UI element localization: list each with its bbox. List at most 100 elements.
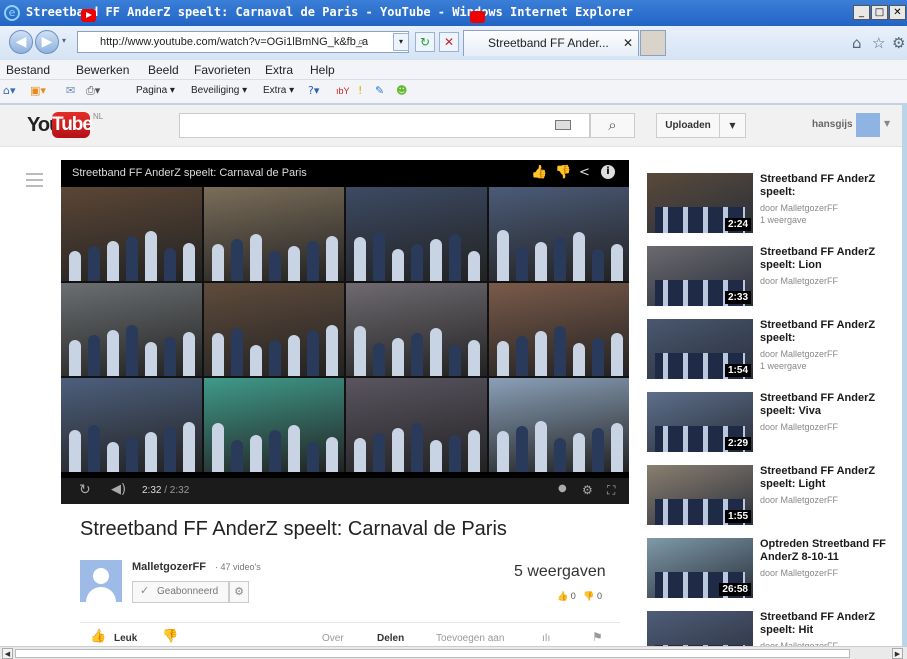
addon-icon[interactable]: ıbY: [336, 80, 350, 102]
musician-figure: [287, 424, 300, 472]
menu-beeld[interactable]: Beeld: [148, 60, 179, 80]
tab-share[interactable]: Delen: [377, 633, 404, 644]
related-thumbnail[interactable]: [647, 611, 753, 646]
guide-menu-icon[interactable]: [26, 173, 43, 187]
related-video-item[interactable]: 2:29 Streetband FF AnderZ speelt: Viva doo…: [647, 392, 897, 454]
related-title[interactable]: Streetband FF AnderZ speelt: Hit: [760, 611, 886, 637]
related-channel: door MalletgozerFF: [760, 349, 839, 359]
cmd-beveiliging[interactable]: Beveiliging ▾: [191, 80, 247, 102]
menu-bewerken[interactable]: Bewerken: [76, 60, 129, 80]
channel-avatar[interactable]: [80, 560, 122, 602]
keyboard-icon[interactable]: [555, 120, 571, 130]
menu-help[interactable]: Help: [310, 60, 335, 80]
new-tab-button[interactable]: [640, 30, 666, 56]
video-collage-cell: [61, 378, 202, 472]
scroll-left-icon[interactable]: ◀: [2, 648, 13, 659]
musician-figure: [430, 238, 442, 281]
related-thumbnail[interactable]: 2:29: [647, 392, 753, 452]
feeds-icon[interactable]: ▣▾: [30, 80, 46, 102]
related-thumbnail[interactable]: 2:24: [647, 173, 753, 233]
related-video-item[interactable]: 1:54 Streetband FF AnderZ speelt: door Mal…: [647, 319, 897, 381]
settings-gear-icon[interactable]: ⚙: [582, 483, 593, 497]
fullscreen-icon[interactable]: ⛶: [607, 483, 615, 498]
youtube-logo-tube[interactable]: Tube: [52, 112, 93, 138]
channel-name[interactable]: MalletgozerFF: [132, 561, 206, 573]
musician-figure: [183, 332, 195, 377]
tab-close-icon[interactable]: ✕: [623, 36, 633, 50]
close-window-button[interactable]: ✕: [889, 5, 906, 20]
cmd-extra[interactable]: Extra ▾: [263, 80, 294, 102]
search-button[interactable]: ⌕: [590, 113, 635, 138]
account-dropdown-icon[interactable]: ▼: [884, 119, 890, 128]
menu-bestand[interactable]: Bestand: [6, 60, 50, 80]
history-dropdown-icon[interactable]: ▾: [62, 36, 66, 45]
maximize-button[interactable]: □: [871, 5, 888, 20]
replay-icon[interactable]: ↻: [79, 482, 91, 498]
help-icon[interactable]: ?▾: [308, 80, 319, 102]
dislike-button-icon[interactable]: 👎: [162, 629, 178, 644]
upload-dropdown-button[interactable]: ▼: [719, 113, 746, 138]
home-icon[interactable]: ⌂: [852, 34, 862, 52]
related-video-item[interactable]: 2:33 Streetband FF AnderZ speelt: Lion doo…: [647, 246, 897, 308]
dislike-count: 0: [597, 591, 603, 601]
menu-favorieten[interactable]: Favorieten: [194, 60, 251, 80]
horizontal-scrollbar[interactable]: ◀ ▶: [0, 646, 907, 659]
mail-icon[interactable]: ✉: [66, 80, 75, 102]
related-thumbnail[interactable]: 1:54: [647, 319, 753, 379]
channel-video-count[interactable]: · 47 video's: [215, 562, 261, 572]
back-button[interactable]: ◀: [9, 30, 33, 54]
address-dropdown-button[interactable]: ▾: [393, 33, 409, 51]
like-button[interactable]: Leuk: [114, 633, 137, 644]
related-video-item[interactable]: 1:55 Streetband FF AnderZ speelt: Light do…: [647, 465, 897, 527]
related-title[interactable]: Streetband FF AnderZ speelt:: [760, 173, 886, 199]
messenger-icon[interactable]: ☻: [396, 80, 407, 102]
search-input[interactable]: [179, 113, 590, 138]
menu-extra[interactable]: Extra: [265, 60, 293, 80]
tab-add-to[interactable]: Toevoegen aan: [436, 633, 504, 644]
scrollbar-thumb[interactable]: [15, 649, 850, 658]
video-player[interactable]: Streetband FF AnderZ speelt: Carnaval de…: [61, 160, 629, 504]
stats-icon[interactable]: ılı: [542, 633, 550, 644]
related-video-item[interactable]: 2:24 Streetband FF AnderZ speelt: door Mal…: [647, 173, 897, 235]
related-thumbnail[interactable]: 2:33: [647, 246, 753, 306]
related-thumbnail[interactable]: 26:58: [647, 538, 753, 598]
info-icon[interactable]: i: [601, 165, 615, 179]
minimize-button[interactable]: _: [853, 5, 870, 20]
home-cmd-icon[interactable]: ⌂▾: [3, 80, 16, 102]
search-address-icon[interactable]: ⌕: [358, 35, 364, 49]
related-title[interactable]: Streetband FF AnderZ speelt: Lion: [760, 246, 886, 272]
cmd-pagina[interactable]: Pagina ▾: [136, 80, 175, 102]
musician-figure: [515, 336, 528, 377]
like-icon[interactable]: 👍: [531, 165, 547, 180]
user-avatar[interactable]: [856, 113, 880, 137]
translate-icon[interactable]: ✎: [375, 80, 384, 102]
refresh-icon[interactable]: ↻: [415, 32, 435, 52]
related-title[interactable]: Streetband FF AnderZ speelt: Viva: [760, 392, 886, 418]
related-title[interactable]: Streetband FF AnderZ speelt:: [760, 319, 886, 345]
related-thumbnail[interactable]: 1:55: [647, 465, 753, 525]
musician-figure: [183, 421, 195, 472]
volume-icon[interactable]: ◀): [111, 482, 126, 497]
browser-tab[interactable]: Streetband FF Ander...: [463, 30, 639, 56]
share-icon[interactable]: <: [579, 165, 590, 180]
related-video-item[interactable]: Streetband FF AnderZ speelt: Hit door Mal…: [647, 611, 897, 646]
annotations-icon[interactable]: ●: [558, 483, 567, 494]
musician-figure: [325, 436, 338, 472]
username[interactable]: hansgijs: [812, 119, 853, 130]
research-icon[interactable]: !: [358, 80, 362, 102]
related-video-item[interactable]: 26:58 Optreden Streetband FF AnderZ 8-10-…: [647, 538, 897, 600]
scroll-right-icon[interactable]: ▶: [892, 648, 903, 659]
related-title[interactable]: Optreden Streetband FF AnderZ 8-10-11: [760, 538, 886, 564]
dislike-icon[interactable]: 👎: [555, 165, 571, 180]
like-button-icon[interactable]: 👍: [90, 629, 106, 644]
print-icon[interactable]: ⎙▾: [86, 80, 100, 102]
subscription-settings-icon[interactable]: ⚙: [229, 581, 249, 603]
favorites-star-icon[interactable]: ☆: [872, 34, 885, 52]
tools-gear-icon[interactable]: ⚙: [892, 34, 905, 52]
upload-button[interactable]: Uploaden: [656, 113, 720, 138]
flag-icon[interactable]: ⚑: [592, 630, 603, 644]
stop-icon[interactable]: ✕: [439, 32, 459, 52]
forward-button[interactable]: ▶: [35, 30, 59, 54]
tab-about[interactable]: Over: [322, 633, 344, 644]
related-title[interactable]: Streetband FF AnderZ speelt: Light: [760, 465, 886, 491]
